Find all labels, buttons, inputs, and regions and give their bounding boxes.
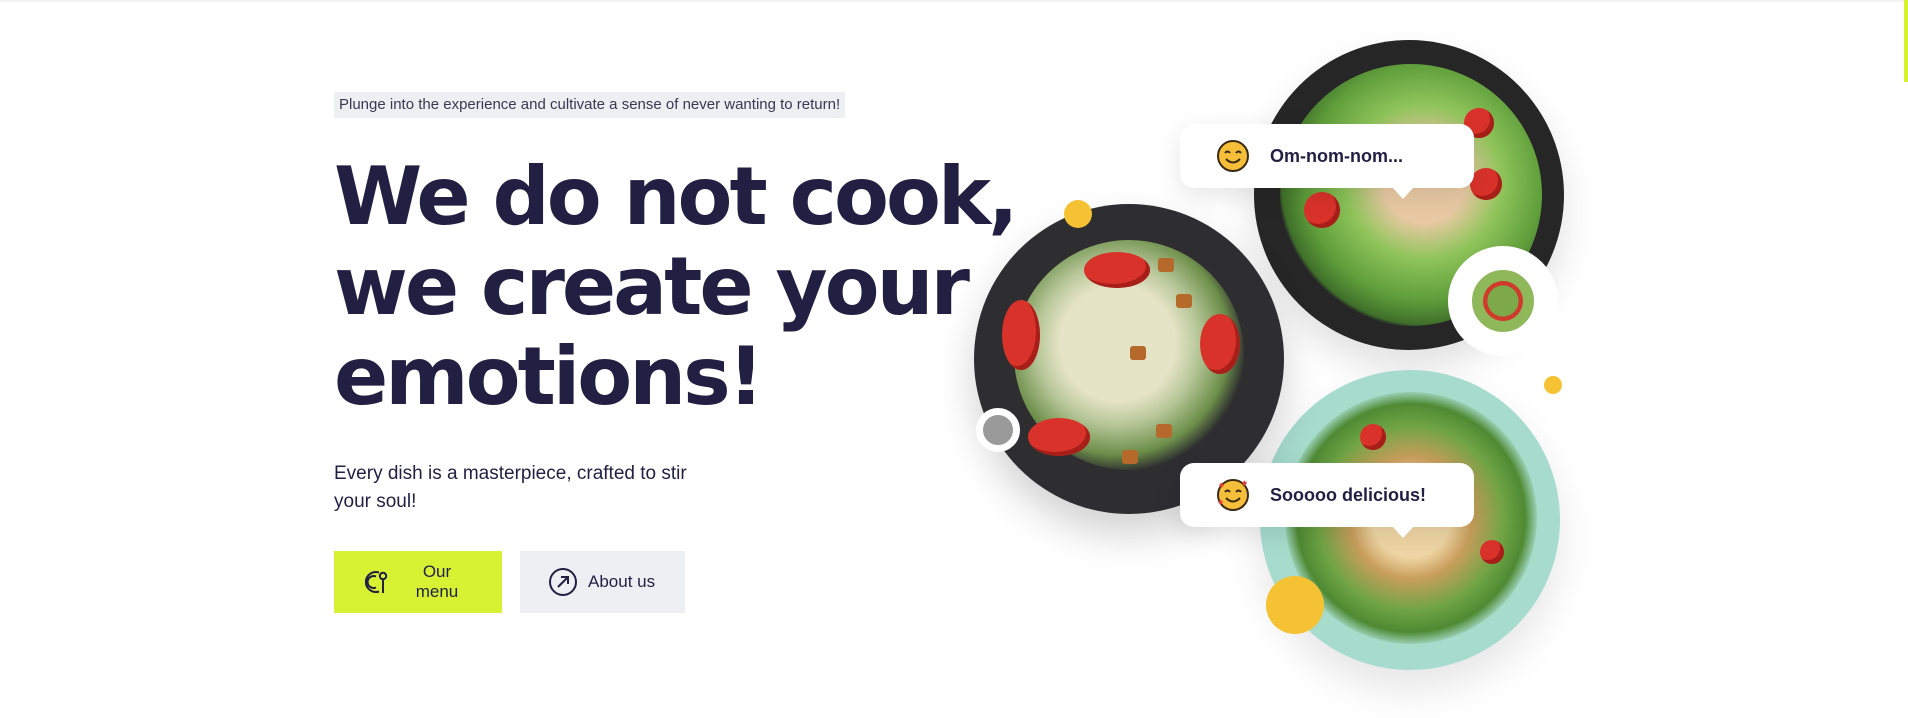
tomato-slice — [1028, 418, 1090, 456]
food-illustration: Om-nom-nom... Sooooo delicious! — [940, 20, 1600, 700]
decor-dot — [1064, 200, 1092, 228]
headline-line-2: we create your — [334, 240, 970, 333]
hero-subtext: Every dish is a masterpiece, crafted to … — [334, 463, 687, 512]
headline-line-3: emotions! — [334, 330, 764, 423]
hero-tagline: Plunge into the experience and cultivate… — [334, 92, 846, 118]
our-menu-label: Our menu — [415, 562, 459, 601]
tomato-slice — [1304, 192, 1340, 228]
decor-ring — [976, 408, 1020, 452]
crouton — [1156, 424, 1172, 438]
tomato-slice — [1084, 252, 1150, 288]
about-us-button[interactable]: About us — [520, 551, 685, 613]
speech-bubble-om-nom: Om-nom-nom... — [1180, 124, 1474, 199]
tomato-slice — [1002, 300, 1040, 370]
speech-bubble-delicious: Sooooo delicious! — [1180, 463, 1474, 538]
cherry-tomato — [1360, 424, 1386, 450]
bubble-text: Om-nom-nom... — [1270, 145, 1403, 166]
about-us-label: About us — [588, 572, 656, 591]
crouton — [1176, 294, 1192, 308]
decor-dot — [1266, 576, 1324, 634]
crouton — [1130, 346, 1146, 360]
hero-section: Plunge into the experience and cultivate… — [334, 92, 1019, 613]
decor-ring — [1448, 246, 1558, 356]
headline-line-1: We do not cook, — [334, 150, 1019, 243]
our-menu-button[interactable]: Our menu — [334, 551, 502, 613]
hero-buttons: Our menu About us — [334, 551, 954, 613]
smiling-face-icon — [1217, 140, 1249, 172]
tomato-slice — [1200, 314, 1240, 374]
tomato-slice — [1470, 168, 1502, 200]
face-with-hearts-icon — [1217, 479, 1249, 511]
cherry-tomato — [1480, 540, 1504, 564]
arrow-up-right-circle-icon — [549, 568, 577, 596]
bubble-text: Sooooo delicious! — [1270, 484, 1426, 505]
top-divider — [0, 0, 1908, 2]
crouton — [1158, 258, 1174, 272]
scroll-indicator[interactable] — [1904, 0, 1908, 82]
fork-plate-icon — [364, 571, 388, 593]
hero-headline: We do not cook, we create your emotions! — [334, 150, 1019, 423]
decor-dot — [1544, 376, 1562, 394]
crouton — [1122, 450, 1138, 464]
